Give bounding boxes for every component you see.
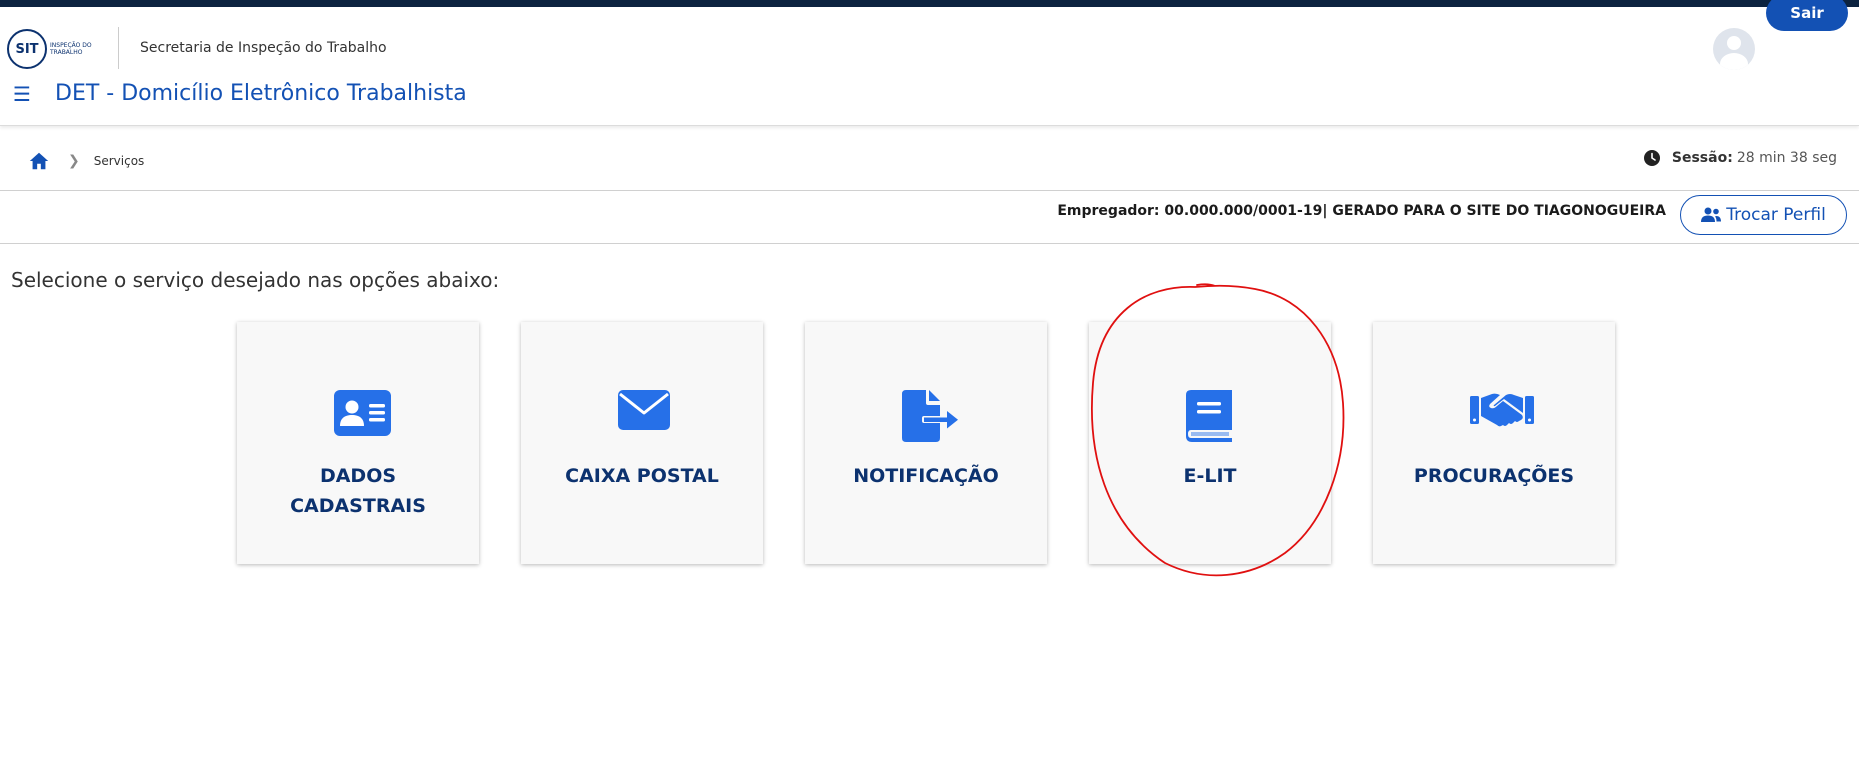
handshake-icon bbox=[1470, 393, 1534, 427]
breadcrumb: ❯ Serviços bbox=[28, 150, 144, 172]
service-card-caixa-postal[interactable]: CAIXA POSTAL bbox=[521, 322, 763, 564]
book-icon bbox=[1186, 390, 1232, 442]
page-title: DET - Domicílio Eletrônico Trabalhista bbox=[55, 81, 467, 106]
menu-icon[interactable]: ☰ bbox=[13, 84, 31, 104]
service-label: CAIXA POSTAL bbox=[565, 465, 719, 487]
service-label: PROCURAÇÕES bbox=[1413, 465, 1575, 487]
service-label: NOTIFICAÇÃO bbox=[853, 465, 999, 487]
service-card-notificacao[interactable]: NOTIFICAÇÃO bbox=[805, 322, 1047, 564]
site-header: SIT Inspeção do Trabalho Secretaria de I… bbox=[0, 0, 1859, 126]
clock-icon bbox=[1643, 150, 1660, 166]
session-label: Sessão: bbox=[1671, 150, 1733, 166]
breadcrumb-item-servicos[interactable]: Serviços bbox=[94, 154, 145, 168]
service-label: E-LIT bbox=[1183, 465, 1237, 487]
divider bbox=[0, 190, 1859, 191]
service-card-dados-cadastrais[interactable]: DADOS CADASTRAIS bbox=[237, 322, 479, 564]
users-icon bbox=[1701, 207, 1722, 222]
service-card-e-lit[interactable]: E-LIT bbox=[1089, 322, 1331, 564]
switch-profile-label: Trocar Perfil bbox=[1726, 205, 1826, 225]
service-card-procuracoes[interactable]: PROCURAÇÕES bbox=[1373, 322, 1615, 564]
sit-logo[interactable]: SIT Inspeção do Trabalho bbox=[7, 27, 97, 71]
avatar[interactable] bbox=[1713, 28, 1755, 70]
top-accent-bar bbox=[0, 0, 1859, 7]
session-value: 28 min 38 seg bbox=[1736, 150, 1837, 166]
session-timer: Sessão: 28 min 38 seg bbox=[1643, 150, 1837, 166]
logout-button[interactable]: Sair bbox=[1766, 0, 1848, 31]
agency-name: Secretaria de Inspeção do Trabalho bbox=[140, 40, 387, 56]
service-label: DADOS CADASTRAIS bbox=[290, 465, 426, 517]
chevron-right-icon: ❯ bbox=[68, 153, 80, 169]
envelope-icon bbox=[618, 390, 670, 430]
employer-info: Empregador: 00.000.000/0001-19| GERADO P… bbox=[1057, 203, 1666, 219]
service-prompt: Selecione o serviço desejado nas opções … bbox=[11, 268, 500, 292]
header-divider bbox=[118, 27, 119, 69]
switch-profile-button[interactable]: Trocar Perfil bbox=[1680, 195, 1847, 235]
divider bbox=[0, 243, 1859, 244]
logo-mark: SIT bbox=[7, 29, 47, 69]
home-icon[interactable] bbox=[28, 150, 50, 172]
logo-subtitle: Inspeção do Trabalho bbox=[50, 42, 92, 56]
id-card-icon bbox=[334, 390, 391, 436]
file-export-icon bbox=[902, 390, 958, 442]
